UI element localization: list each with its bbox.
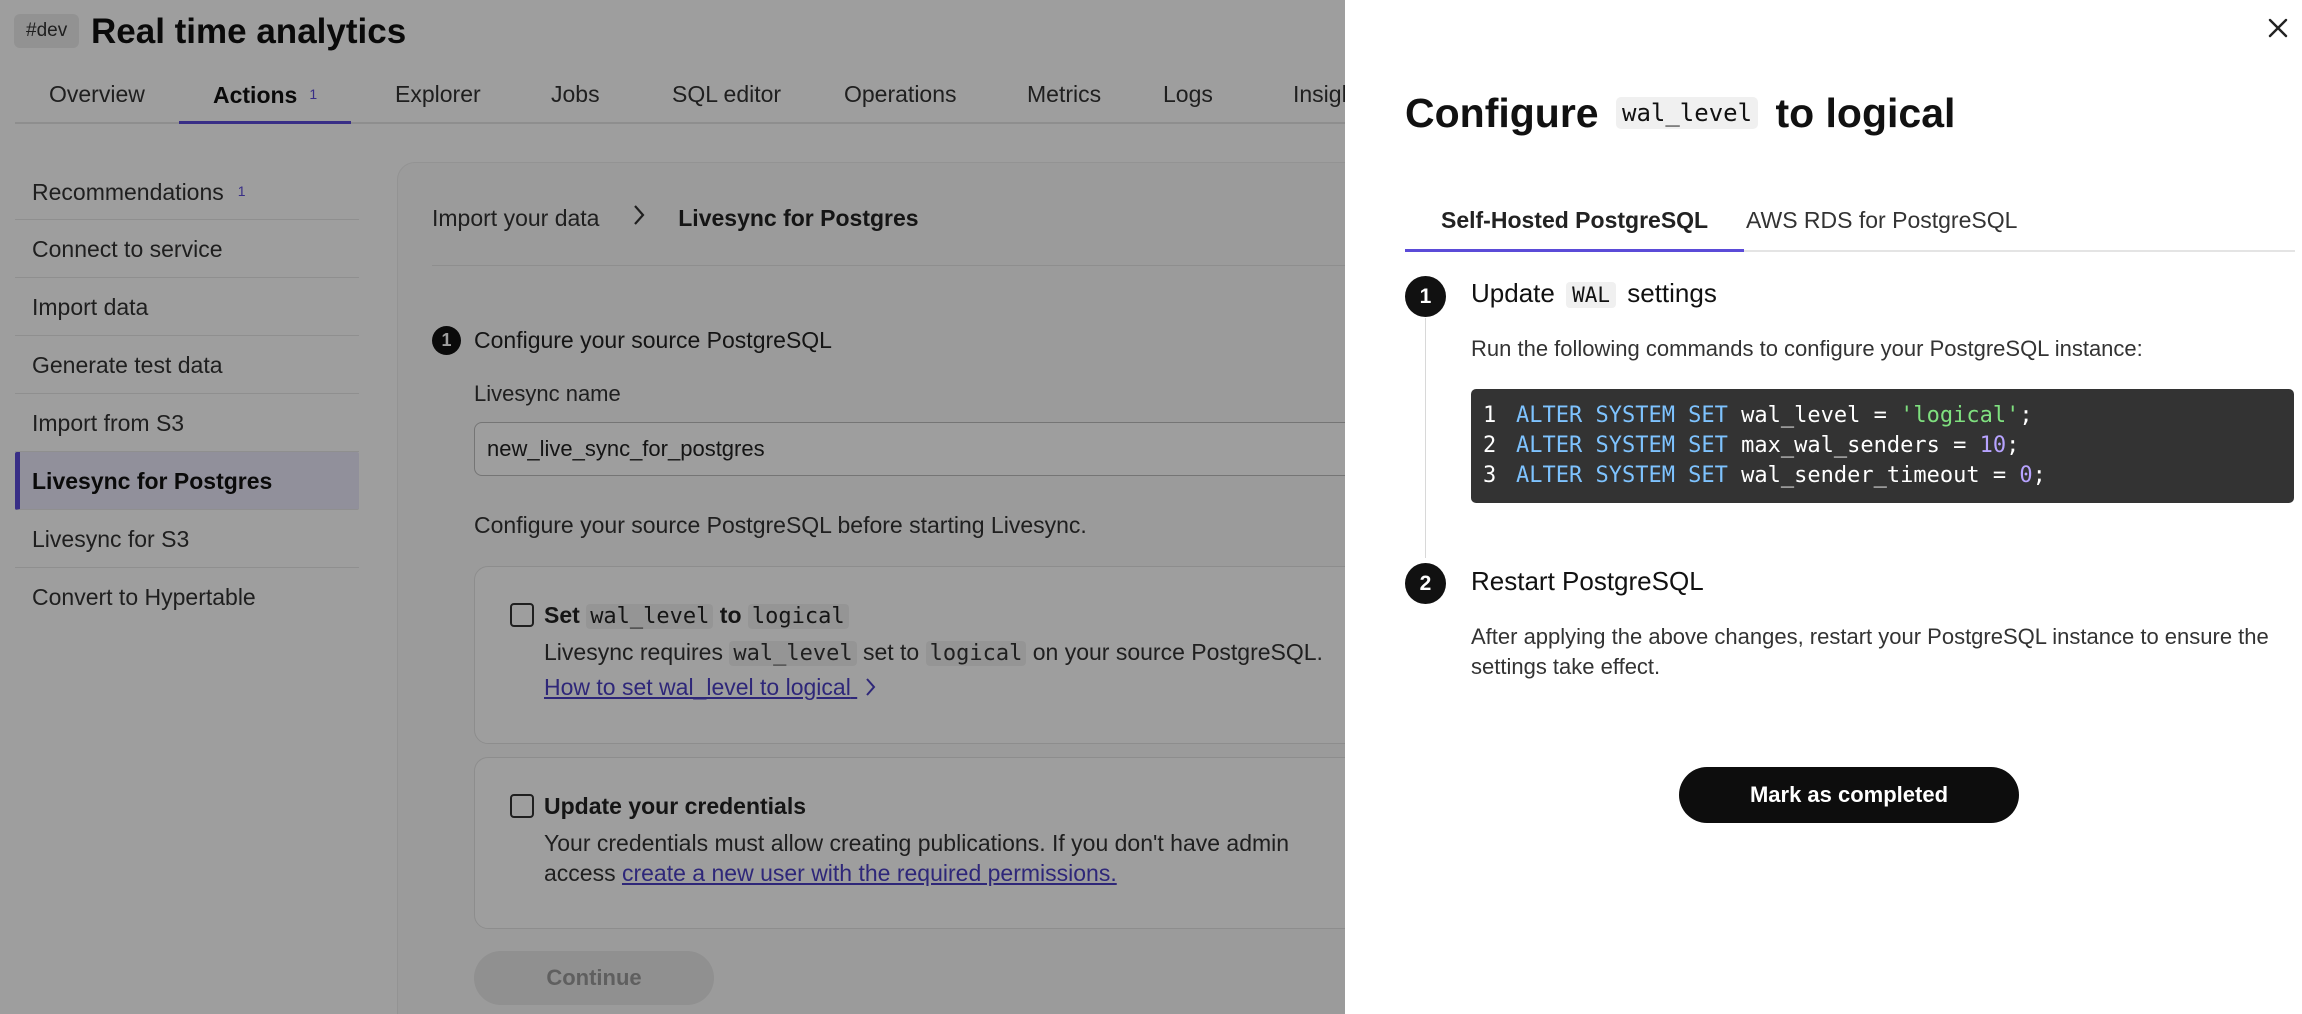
code-param: wal_level <box>1741 403 1861 428</box>
modal-overlay[interactable] <box>0 0 1345 1014</box>
close-icon[interactable] <box>2262 12 2294 44</box>
step-heading-text: Update <box>1471 278 1555 308</box>
code-keyword: ALTER SYSTEM SET <box>1516 463 1728 488</box>
inline-code: wal_level <box>1616 97 1759 129</box>
code-param: max_wal_senders <box>1741 433 1940 458</box>
drawer-title-text: to logical <box>1775 90 1956 136</box>
drawer-title-text: Configure <box>1405 90 1599 136</box>
code-param: wal_sender_timeout <box>1741 463 1980 488</box>
code-value: 0 <box>2019 463 2033 488</box>
line-number: 3 <box>1483 463 1497 488</box>
tab-aws-rds[interactable]: AWS RDS for PostgreSQL <box>1710 196 2053 252</box>
line-number: 1 <box>1483 403 1497 428</box>
step-heading-text: settings <box>1627 278 1717 308</box>
step-description: Run the following commands to configure … <box>1471 336 2143 361</box>
step-number: 2 <box>1405 563 1446 604</box>
code-operator: = <box>1992 463 2007 488</box>
sql-code-block[interactable]: 1 ALTER SYSTEM SET wal_level = 'logical';… <box>1471 389 2294 503</box>
code-value: 10 <box>1979 433 2007 458</box>
line-number: 2 <box>1483 433 1497 458</box>
step-connector <box>1425 318 1426 558</box>
code-operator: = <box>1873 403 1887 428</box>
step-description: After applying the above changes, restar… <box>1471 624 2269 679</box>
tab-self-hosted[interactable]: Self-Hosted PostgreSQL <box>1405 196 1745 252</box>
code-keyword: ALTER SYSTEM SET <box>1516 403 1728 428</box>
drawer-tabs: Self-Hosted PostgreSQL AWS RDS for Postg… <box>1405 196 2295 252</box>
code-line: 2 ALTER SYSTEM SET max_wal_senders = 10; <box>1483 431 2282 461</box>
code-operator: = <box>1953 433 1967 458</box>
step-heading: Restart PostgreSQL <box>1471 566 1704 596</box>
step-number: 1 <box>1405 276 1446 317</box>
code-keyword: ALTER SYSTEM SET <box>1516 433 1728 458</box>
mark-completed-button[interactable]: Mark as completed <box>1679 767 2019 823</box>
inline-code: WAL <box>1566 282 1617 308</box>
code-line: 3 ALTER SYSTEM SET wal_sender_timeout = 0… <box>1483 461 2282 491</box>
configure-drawer: Configure wal_level to logical Self-Host… <box>1345 0 2302 1014</box>
drawer-title: Configure wal_level to logical <box>1405 86 1955 140</box>
code-value: 'logical' <box>1900 403 2020 428</box>
step-heading: Update WAL settings <box>1471 275 1717 313</box>
code-line: 1 ALTER SYSTEM SET wal_level = 'logical'; <box>1483 401 2282 431</box>
